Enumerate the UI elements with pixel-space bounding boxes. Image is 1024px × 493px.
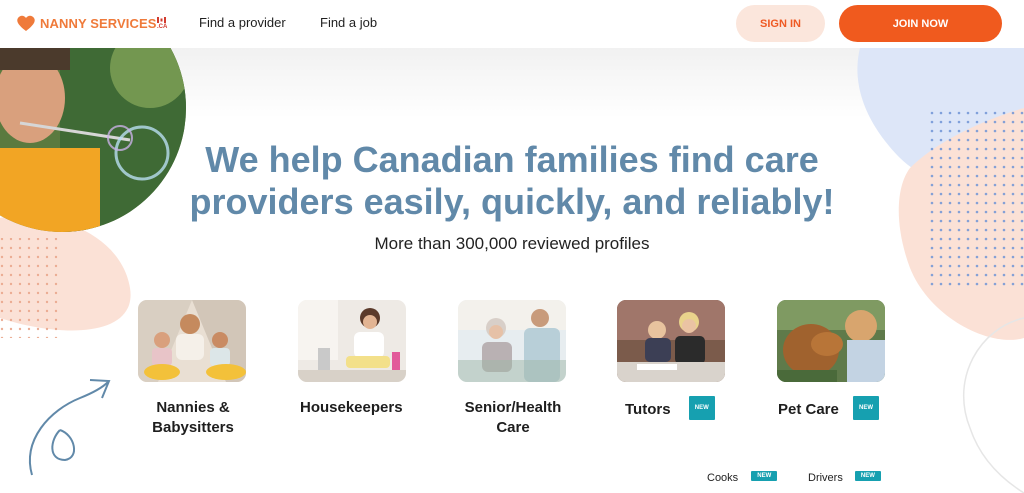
- category-label: Drivers: [808, 472, 843, 484]
- top-navbar: NANNY SERVICES .CA Find a provider Find …: [0, 0, 1024, 48]
- hero-subtitle: More than 300,000 reviewed profiles: [374, 234, 650, 253]
- hero-title-line-1: We help Canadian families find care: [205, 139, 819, 180]
- housekeepers-photo: [298, 300, 406, 382]
- hero-title: We help Canadian families find care prov…: [150, 139, 874, 223]
- new-badge: NEW: [854, 471, 881, 482]
- category-nannies[interactable]: Nannies & Babysitters: [138, 300, 248, 438]
- category-label: Nannies & Babysitters: [138, 398, 248, 438]
- logo-text: NANNY SERVICES: [40, 15, 157, 31]
- category-drivers[interactable]: Drivers NEW: [808, 471, 881, 484]
- category-cooks[interactable]: Cooks NEW: [707, 471, 778, 484]
- category-housekeepers[interactable]: Housekeepers: [298, 300, 408, 418]
- nav-find-job[interactable]: Find a job: [320, 15, 377, 30]
- category-label-line-1: Pet Care: [778, 400, 839, 418]
- category-pet-care[interactable]: Pet Care NEW: [777, 300, 887, 422]
- category-label-line-1: Tutors: [625, 400, 671, 418]
- right-decoration: [857, 48, 1024, 493]
- nannies-photo: [138, 300, 246, 382]
- category-label: Housekeepers: [298, 398, 408, 418]
- senior-care-photo: [458, 300, 566, 382]
- join-now-button[interactable]: JOIN NOW: [839, 5, 1002, 42]
- arrow-decoration: [29, 379, 111, 476]
- category-label: Pet Care NEW: [777, 396, 887, 422]
- nav-find-provider[interactable]: Find a provider: [199, 15, 286, 30]
- hero-title-line-2: providers easily, quickly, and reliably!: [189, 181, 835, 222]
- category-label: Senior/Health Care: [458, 398, 568, 438]
- pet-care-photo: [777, 300, 885, 382]
- category-label-line-1: Nannies &: [156, 399, 230, 416]
- new-badge: NEW: [688, 396, 715, 420]
- new-badge: NEW: [751, 471, 778, 482]
- sign-in-button[interactable]: SIGN IN: [736, 5, 825, 42]
- category-senior-health[interactable]: Senior/Health Care: [458, 300, 568, 438]
- category-label-line-1: Senior/Health: [464, 399, 562, 416]
- category-label-line-2: Babysitters: [152, 419, 234, 436]
- canada-flag-icon: [157, 17, 166, 23]
- category-label-line-2: Care: [496, 419, 530, 436]
- new-badge: NEW: [853, 396, 880, 420]
- category-label: Tutors NEW: [617, 396, 727, 422]
- site-logo[interactable]: NANNY SERVICES: [16, 13, 157, 33]
- category-label: Cooks: [707, 472, 739, 484]
- tutors-photo: [617, 300, 725, 382]
- category-label-line-1: Housekeepers: [300, 399, 403, 416]
- heart-icon: [17, 15, 35, 31]
- category-tutors[interactable]: Tutors NEW: [617, 300, 727, 422]
- logo-suffix: .CA: [157, 24, 168, 30]
